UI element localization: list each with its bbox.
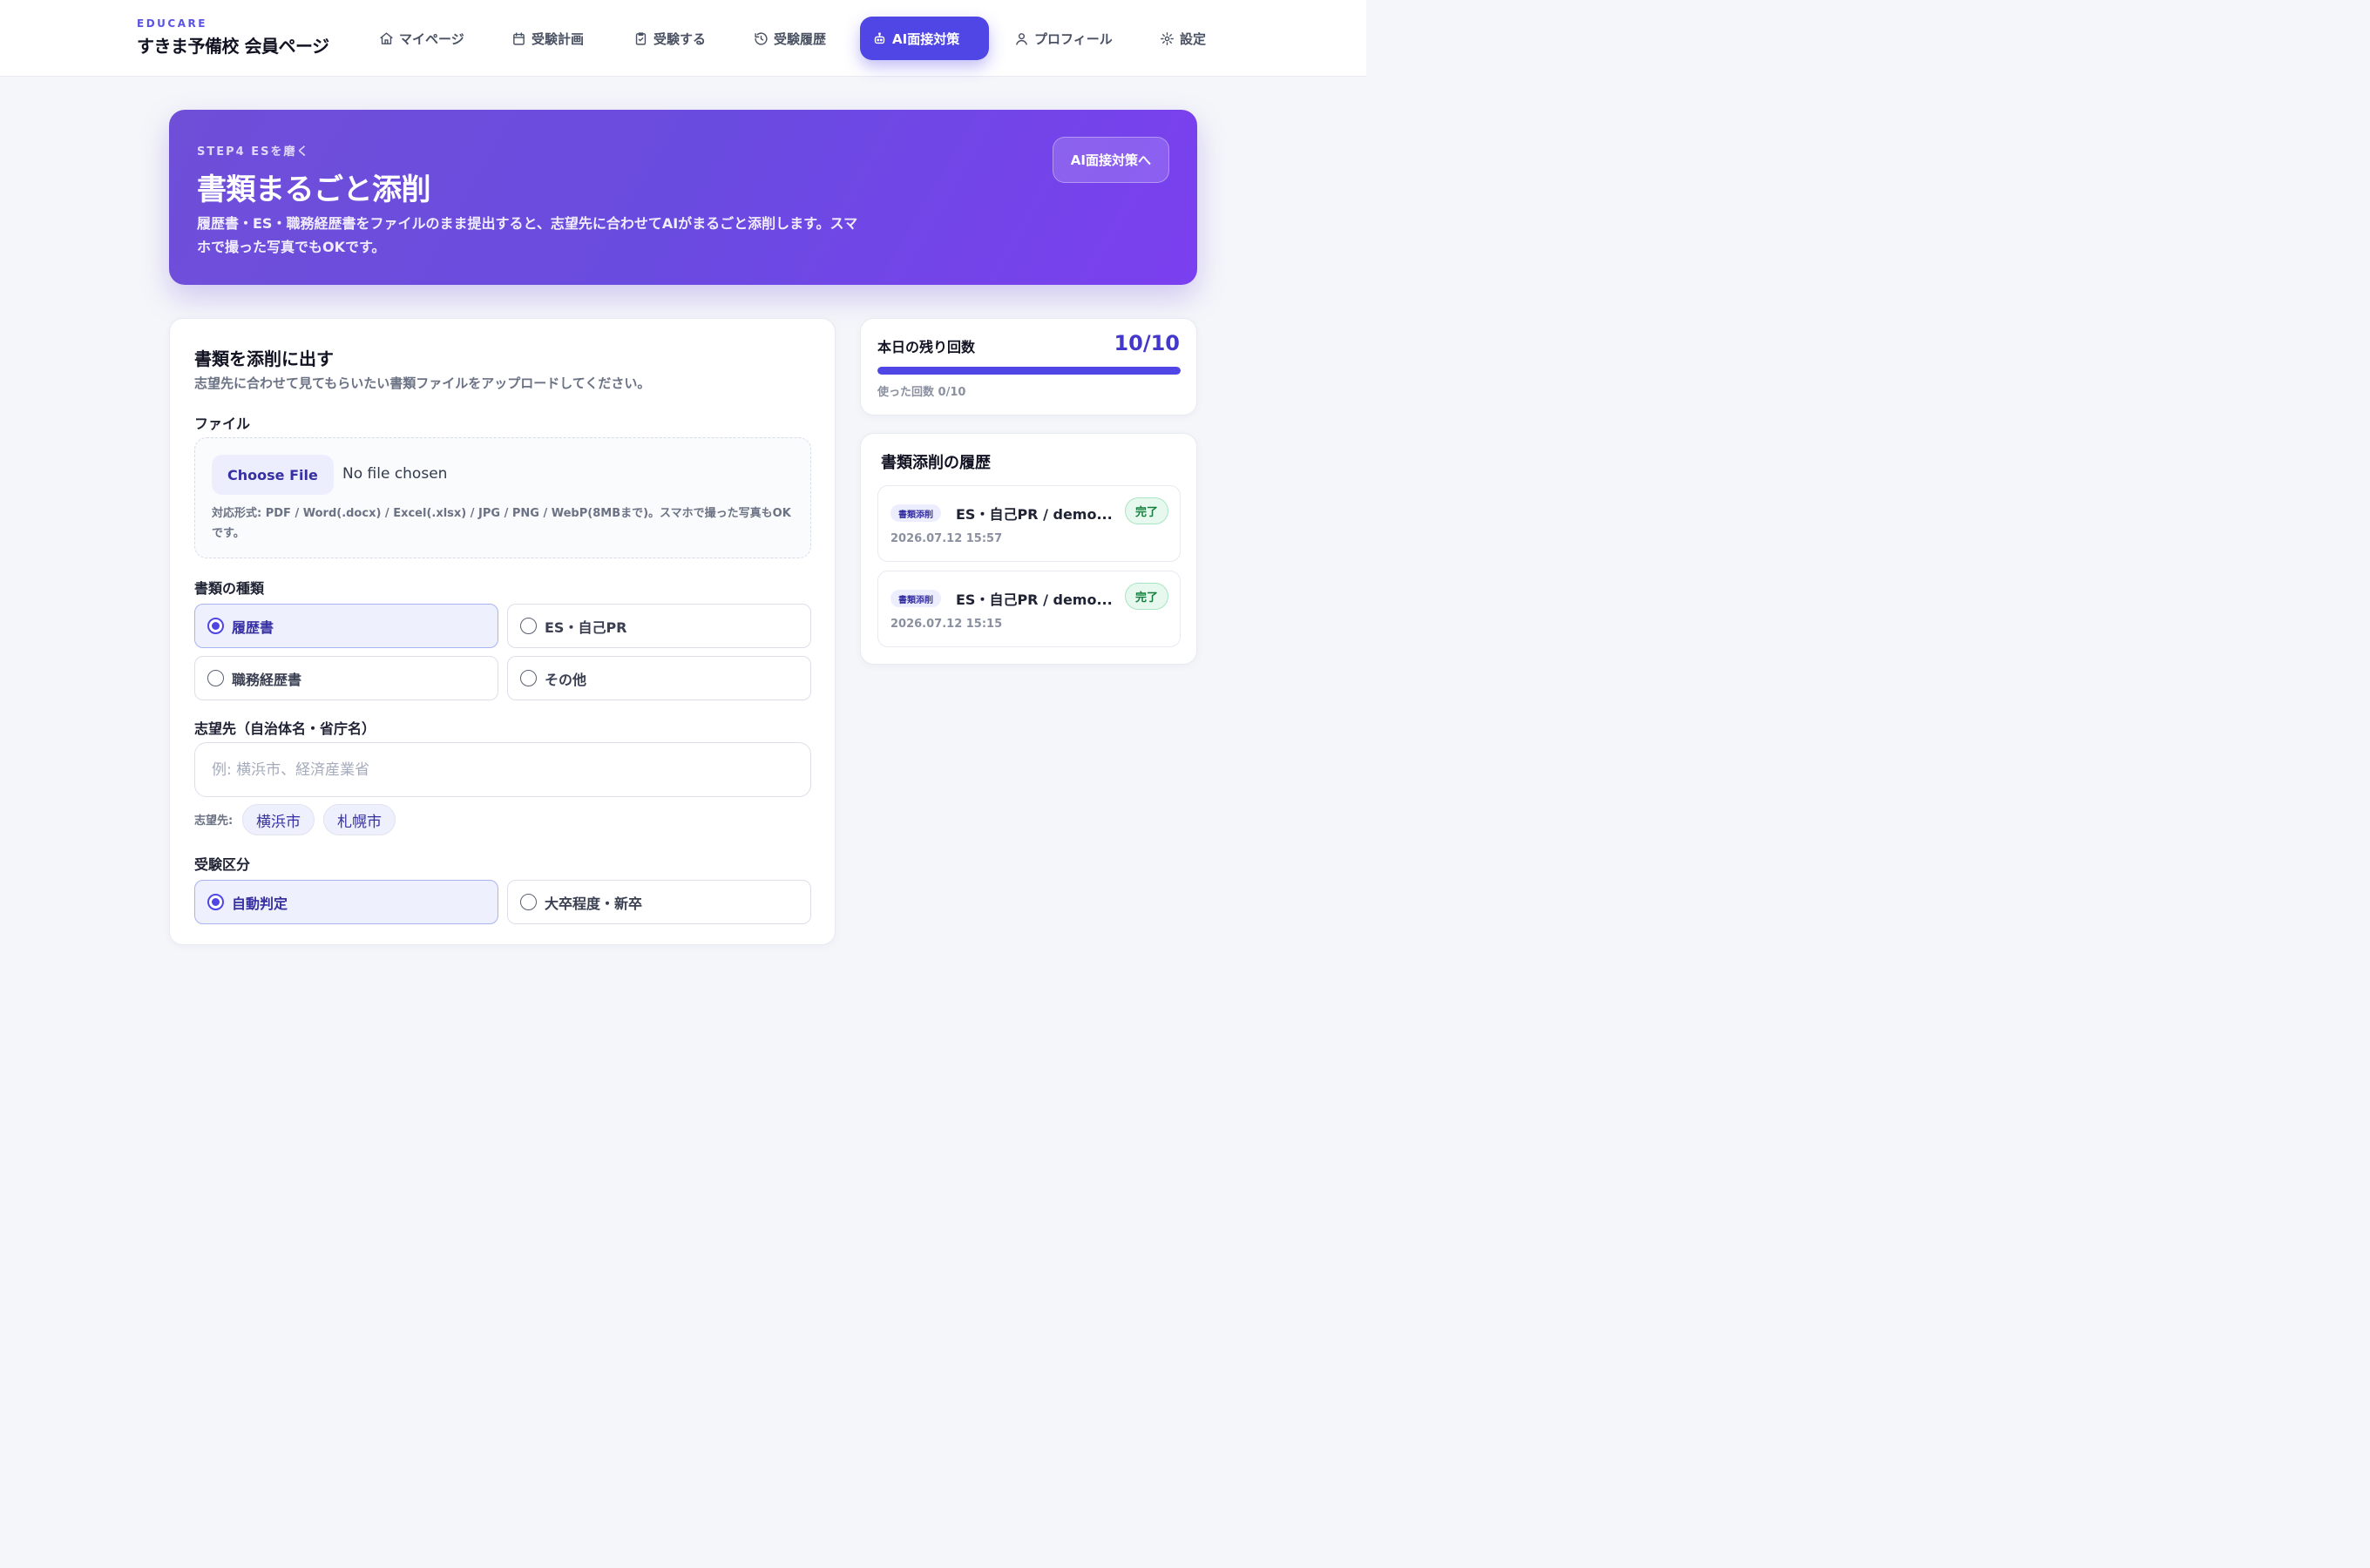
nav-item-plan[interactable]: 受験計画	[499, 17, 596, 60]
exam-type-option-label: 大卒程度・新卒	[545, 895, 643, 912]
doc-type-label: 書類の種類	[194, 580, 265, 597]
user-icon	[1016, 32, 1027, 45]
target-label: 志望先（自治体名・省庁名）	[194, 720, 376, 737]
nav-label: AI面接対策	[892, 30, 960, 47]
target-chip[interactable]: 横浜市	[242, 804, 315, 835]
radio-selected-icon	[207, 618, 224, 634]
history-item[interactable]: 書類添削 ES・自己PR / demo... 完了 2026.07.12 15:…	[877, 485, 1181, 562]
exam-type-option-graduate[interactable]: 大卒程度・新卒	[507, 880, 811, 924]
brand-small-text: EDUCARE	[137, 17, 207, 30]
doc-type-option-label: 職務経歴書	[232, 671, 302, 688]
file-dropzone[interactable]: Choose File No file chosen 対応形式: PDF / W…	[194, 437, 811, 558]
hero-description: 履歴書・ES・職務経歴書をファイルのまま提出すると、志望先に合わせてAIがまるご…	[197, 215, 858, 255]
target-input[interactable]	[194, 742, 811, 797]
history-item[interactable]: 書類添削 ES・自己PR / demo... 完了 2026.07.12 15:…	[877, 571, 1181, 647]
doc-type-option-resume[interactable]: 履歴書	[194, 604, 498, 648]
ai-interview-link-button[interactable]: AI面接対策へ	[1052, 137, 1169, 183]
review-history-card: 書類添削の履歴 書類添削 ES・自己PR / demo... 完了 2026.0…	[860, 433, 1197, 665]
brand-title: すきま予備校 会員ページ	[137, 36, 329, 57]
choose-file-button[interactable]: Choose File	[212, 455, 334, 495]
file-label: ファイル	[194, 416, 251, 432]
upload-title: 書類を添削に出す	[194, 348, 334, 369]
radio-icon	[520, 894, 537, 910]
status-badge: 完了	[1124, 583, 1168, 610]
nav-item-mypage[interactable]: マイページ	[367, 17, 477, 60]
file-status-text: No file chosen	[342, 465, 448, 483]
radio-icon	[520, 618, 537, 634]
doc-type-option-other[interactable]: その他	[507, 656, 811, 700]
gear-icon	[1161, 31, 1174, 45]
quota-used-text: 使った回数 0/10	[877, 386, 966, 399]
upload-subtitle: 志望先に合わせて見てもらいたい書類ファイルをアップロードしてください。	[194, 375, 651, 391]
quota-progress-bar	[877, 367, 1181, 375]
history-item-date: 2026.07.12 15:15	[890, 618, 1003, 631]
quota-progress-fill	[877, 367, 1181, 375]
status-badge: 完了	[1124, 497, 1168, 524]
doc-type-option-career[interactable]: 職務経歴書	[194, 656, 498, 700]
radio-icon	[207, 670, 224, 686]
nav-item-ai-interview[interactable]: AI面接対策	[860, 17, 989, 60]
history-item-name: ES・自己PR / demo...	[956, 591, 1113, 608]
doc-type-option-label: 履歴書	[232, 618, 274, 636]
nav-item-history[interactable]: 受験履歴	[741, 17, 838, 60]
nav-label: 受験する	[653, 30, 707, 47]
quota-label: 本日の残り回数	[877, 339, 976, 355]
doc-type-option-es[interactable]: ES・自己PR	[507, 604, 811, 648]
hero-step-label: STEP4 ESを磨く	[197, 145, 310, 159]
nav-item-profile[interactable]: プロフィール	[1002, 17, 1125, 60]
nav-label: プロフィール	[1034, 30, 1113, 47]
clipboard-check-icon	[635, 31, 647, 45]
nav-item-take-exam[interactable]: 受験する	[621, 17, 718, 60]
target-chips-label: 志望先:	[194, 814, 234, 828]
history-item-name: ES・自己PR / demo...	[956, 506, 1113, 523]
exam-type-label: 受験区分	[194, 856, 251, 873]
nav-label: マイページ	[399, 30, 464, 47]
brand[interactable]: EDUCARE すきま予備校 会員ページ	[137, 17, 329, 57]
daily-quota-card: 本日の残り回数 10/10 使った回数 0/10	[860, 318, 1197, 416]
exam-type-option-auto[interactable]: 自動判定	[194, 880, 498, 924]
history-item-tag: 書類添削	[890, 504, 941, 522]
file-format-hint: 対応形式: PDF / Word(.docx) / Excel(.xlsx) /…	[212, 507, 791, 540]
radio-icon	[520, 670, 537, 686]
history-icon	[755, 31, 768, 45]
radio-selected-icon	[207, 894, 224, 910]
history-title: 書類添削の履歴	[881, 454, 991, 472]
nav-label: 設定	[1180, 30, 1207, 47]
history-item-tag: 書類添削	[890, 590, 941, 607]
robot-icon	[874, 31, 885, 44]
nav-item-settings[interactable]: 設定	[1148, 17, 1218, 60]
doc-type-option-label: ES・自己PR	[545, 618, 627, 636]
nav-label: 受験計画	[532, 30, 585, 47]
top-header: EDUCARE すきま予備校 会員ページ マイページ 受験計画 受験する 受験履…	[0, 0, 1366, 77]
hero-banner: STEP4 ESを磨く 書類まるごと添削 履歴書・ES・職務経歴書をファイルのま…	[169, 110, 1197, 285]
home-icon	[380, 31, 393, 44]
nav-label: 受験履歴	[774, 30, 827, 47]
upload-card: 書類を添削に出す 志望先に合わせて見てもらいたい書類ファイルをアップロードしてく…	[169, 318, 836, 945]
quota-value: 10/10	[1114, 331, 1180, 355]
calendar-icon	[513, 31, 525, 45]
target-chip[interactable]: 札幌市	[323, 804, 396, 835]
doc-type-option-label: その他	[545, 671, 587, 688]
hero-title: 書類まるごと添削	[197, 172, 431, 207]
history-item-date: 2026.07.12 15:57	[890, 532, 1003, 545]
exam-type-option-label: 自動判定	[232, 895, 288, 912]
